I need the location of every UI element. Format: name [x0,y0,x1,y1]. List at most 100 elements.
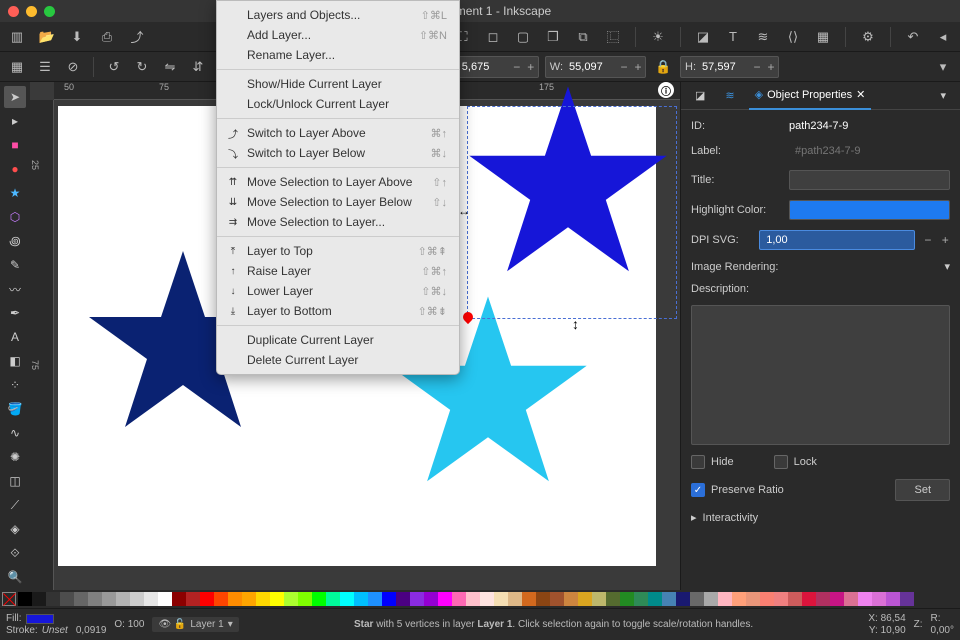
palette-swatch[interactable] [284,592,298,606]
palette-swatch[interactable] [508,592,522,606]
fill-stroke-tab[interactable]: ◪ [689,82,711,110]
palette-swatch[interactable] [858,592,872,606]
palette-swatch[interactable] [88,592,102,606]
preserve-ratio-checkbox[interactable]: ✓ [691,483,705,497]
spiral-tool[interactable]: ꩜ [4,230,26,252]
desel-icon[interactable]: ⊘ [62,56,84,78]
print-icon[interactable]: ⎙ [96,26,118,48]
h-spinner[interactable]: H: −+ [680,56,779,78]
bucket-tool[interactable]: 🪣 [4,398,26,420]
palette-swatch[interactable] [312,592,326,606]
menu-item[interactable]: Rename Layer... [217,45,459,65]
palette-swatch[interactable] [872,592,886,606]
fill-indicator[interactable] [26,614,54,624]
dropper-tool[interactable]: ⁘ [4,374,26,396]
lock-aspect-icon[interactable]: 🔒 [652,56,674,78]
menu-item[interactable]: Lock/Unlock Current Layer [217,94,459,114]
palette-swatch[interactable] [18,592,32,606]
node-tool[interactable]: ▸ [4,110,26,132]
text-icon[interactable]: T [722,26,744,48]
palette-swatch[interactable] [424,592,438,606]
id-value[interactable]: path234-7-9 [789,120,950,132]
menu-item[interactable]: ↓Lower Layer⇧⌘↓ [217,281,459,301]
palette-swatch[interactable] [788,592,802,606]
object-props-tab[interactable]: ◈ Object Properties ✕ [749,82,872,110]
palette-swatch[interactable] [760,592,774,606]
palette-swatch[interactable] [102,592,116,606]
palette-swatch[interactable] [186,592,200,606]
selectors-icon[interactable]: ▦ [812,26,834,48]
menu-item[interactable]: ⤒Layer to Top⇧⌘⇞ [217,241,459,261]
selector-tool[interactable]: ➤ [4,86,26,108]
palette-swatch[interactable] [718,592,732,606]
highlight-color[interactable] [789,200,950,220]
menu-item[interactable]: Show/Hide Current Layer [217,74,459,94]
pen-tool[interactable]: ✎ [4,254,26,276]
label-input[interactable] [789,142,950,160]
palette-swatch[interactable] [396,592,410,606]
tweak-tool[interactable]: ∿ [4,422,26,444]
menu-item[interactable]: ⤵Switch to Layer Below⌘↓ [217,143,459,163]
zoom-tool[interactable]: 🔍 [4,566,26,588]
palette-swatch[interactable] [480,592,494,606]
palette-swatch[interactable] [74,592,88,606]
measure-tool[interactable]: ⟐ [4,542,26,564]
connector-tool[interactable]: ⟋ [4,494,26,516]
eraser-tool[interactable]: ◫ [4,470,26,492]
palette-swatch[interactable] [634,592,648,606]
palette-swatch[interactable] [844,592,858,606]
calligraphy-tool[interactable]: ✒ [4,302,26,324]
palette-swatch[interactable] [802,592,816,606]
menu-item[interactable]: Add Layer...⇧⌘N [217,25,459,45]
palette-swatch[interactable] [326,592,340,606]
close-window[interactable] [8,6,19,17]
menu-item[interactable]: Delete Current Layer [217,350,459,370]
sel-all-icon[interactable]: ▦ [6,56,28,78]
palette-swatch[interactable] [228,592,242,606]
description-textarea[interactable] [691,305,950,445]
palette-swatch[interactable] [438,592,452,606]
palette-swatch[interactable] [648,592,662,606]
star-tool[interactable]: ★ [4,182,26,204]
group-icon[interactable]: ⿺ [602,26,624,48]
new-doc-icon[interactable]: ▥ [6,26,28,48]
palette-swatch[interactable] [158,592,172,606]
spray-tool[interactable]: ✺ [4,446,26,468]
title-input[interactable] [789,170,950,190]
menu-item[interactable]: ⇉Move Selection to Layer... [217,212,459,232]
palette-swatch[interactable] [382,592,396,606]
zoom-page-icon[interactable]: ▢ [512,26,534,48]
palette-swatch[interactable] [116,592,130,606]
palette-swatch[interactable] [830,592,844,606]
text-tool[interactable]: A [4,326,26,348]
lock-checkbox[interactable] [774,455,788,469]
palette-swatch[interactable] [130,592,144,606]
save-icon[interactable]: ⬇ [66,26,88,48]
close-panel-icon[interactable]: ✕ [856,88,865,101]
render-dropdown[interactable]: ▾ [944,260,950,273]
menu-item[interactable]: Layers and Objects...⇧⌘L [217,5,459,25]
rot-cw-icon[interactable]: ↻ [131,56,153,78]
star-blue-selected[interactable] [458,82,678,286]
palette-swatch[interactable] [564,592,578,606]
menu-item[interactable]: Duplicate Current Layer [217,330,459,350]
palette-swatch[interactable] [298,592,312,606]
menu-item[interactable]: ⤴Switch to Layer Above⌘↑ [217,123,459,143]
interactivity-expander[interactable]: ▸ Interactivity [691,511,950,524]
rot-ccw-icon[interactable]: ↺ [103,56,125,78]
palette-swatch[interactable] [354,592,368,606]
rect-tool[interactable]: ■ [4,134,26,156]
palette-swatch[interactable] [368,592,382,606]
menu-item[interactable]: ⇊Move Selection to Layer Below⇧↓ [217,192,459,212]
brightness-icon[interactable]: ☀ [647,26,669,48]
xml-icon[interactable]: ⟨⟩ [782,26,804,48]
palette-swatch[interactable] [704,592,718,606]
undo-icon[interactable]: ↶ [902,26,924,48]
palette-swatch[interactable] [592,592,606,606]
menu-item[interactable]: ↑Raise Layer⇧⌘↑ [217,261,459,281]
palette-swatch[interactable] [200,592,214,606]
y-input[interactable] [460,61,510,73]
set-button[interactable]: Set [895,479,950,501]
zoom-draw-icon[interactable]: ◻ [482,26,504,48]
palette-swatch[interactable] [732,592,746,606]
